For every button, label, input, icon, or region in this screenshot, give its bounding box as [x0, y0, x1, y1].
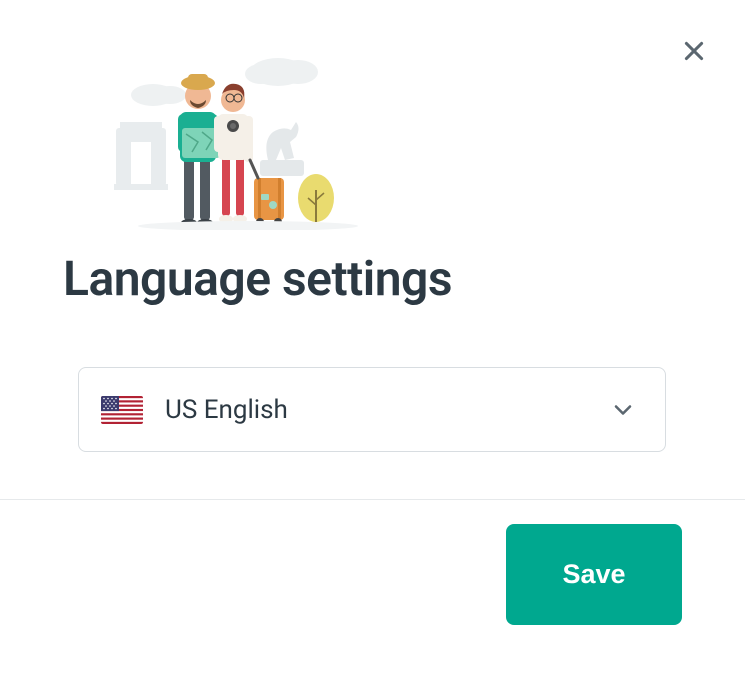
chevron-down-icon: [609, 396, 637, 424]
selected-language-label: US English: [165, 395, 609, 425]
travelers-illustration: [98, 50, 358, 230]
dialog-title: Language settings: [63, 250, 682, 307]
save-button[interactable]: Save: [506, 524, 682, 625]
dialog-footer: Save: [0, 499, 745, 687]
dialog-content: Language settings: [0, 0, 745, 499]
us-flag-icon: [101, 396, 143, 424]
close-button[interactable]: [678, 35, 710, 67]
close-icon: [681, 38, 707, 64]
language-settings-dialog: Language settings: [0, 0, 745, 687]
language-select[interactable]: US English: [78, 367, 666, 452]
language-select-wrapper: US English: [78, 367, 666, 452]
